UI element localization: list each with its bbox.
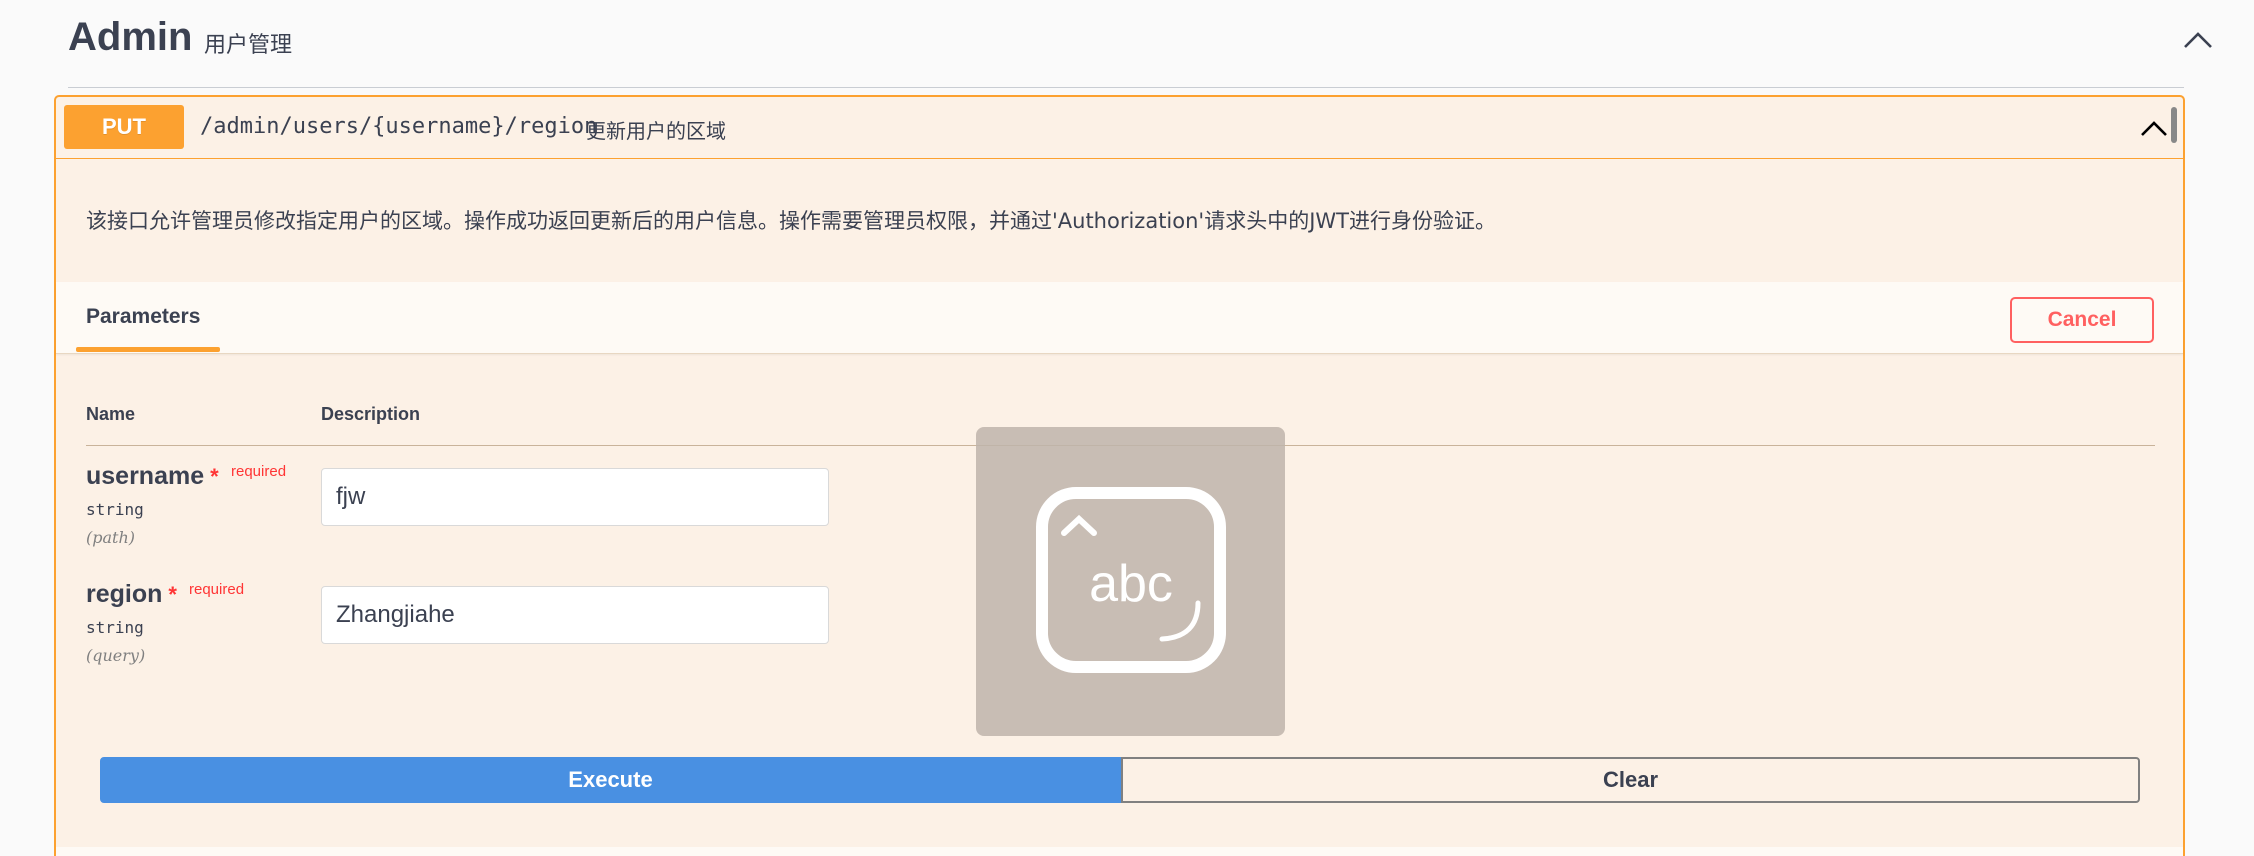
region-input[interactable] (321, 586, 829, 644)
operation-description: 该接口允许管理员修改指定用户的区域。操作成功返回更新后的用户信息。操作需要管理员… (86, 209, 1496, 233)
ime-input-mode-overlay: abc (976, 427, 1285, 736)
required-asterisk: * (210, 464, 219, 489)
tab-parameters[interactable]: Parameters (76, 282, 220, 354)
execute-button[interactable]: Execute (100, 757, 1121, 803)
section-collapse-button[interactable] (2176, 18, 2220, 62)
required-asterisk: * (168, 582, 177, 607)
section-description: 用户管理 (204, 33, 293, 58)
responses-section-edge (56, 847, 2183, 856)
parameter-location: (path) (86, 528, 135, 547)
parameter-location: (query) (86, 646, 146, 665)
required-label: required (189, 581, 245, 598)
clear-button[interactable]: Clear (1121, 757, 2140, 803)
operation-collapse-button[interactable] (2136, 111, 2172, 145)
parameters-header: Parameters Cancel (56, 282, 2183, 354)
keyboard-abc-icon: abc (1036, 487, 1226, 673)
cancel-button[interactable]: Cancel (2010, 297, 2154, 343)
parameter-type: string (86, 500, 144, 519)
section-header[interactable]: Admin 用户管理 (68, 0, 2212, 88)
required-label: required (231, 463, 287, 480)
section-title: Admin (68, 15, 193, 59)
operation-summary-bar[interactable]: PUT /admin/users/{username}/region 更新用户的… (56, 97, 2183, 159)
parameter-name-text: username (86, 462, 205, 490)
scrollbar-thumb[interactable] (2171, 107, 2177, 143)
parameter-name: region * (86, 580, 177, 609)
tab-active-underline (76, 347, 220, 352)
parameter-name-text: region (86, 580, 163, 608)
parameter-type: string (86, 618, 144, 637)
ime-mode-label: abc (1089, 555, 1173, 613)
operation-path: /admin/users/{username}/region (200, 114, 598, 139)
http-method-badge: PUT (64, 105, 184, 149)
operation-summary: 更新用户的区域 (586, 119, 726, 143)
tab-parameters-label: Parameters (86, 305, 201, 328)
column-header-name: Name (86, 404, 136, 424)
chevron-up-icon (2141, 121, 2167, 136)
parameter-name: username * (86, 462, 219, 491)
column-header-description: Description (321, 404, 421, 424)
chevron-up-icon (2184, 32, 2212, 48)
execute-button-group: Execute Clear (100, 757, 2140, 803)
username-input[interactable] (321, 468, 829, 526)
